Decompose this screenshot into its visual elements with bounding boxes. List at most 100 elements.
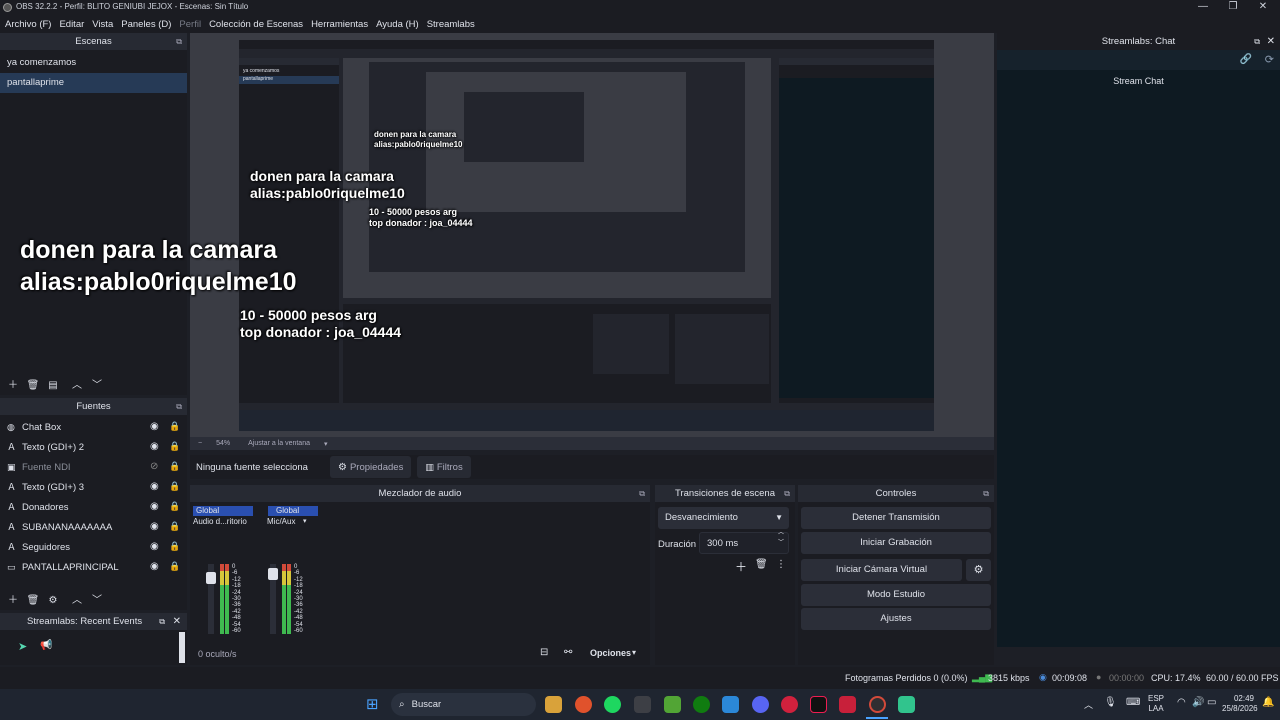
battery-icon[interactable]: ▭	[1207, 697, 1216, 708]
menu-editar[interactable]: Editar	[59, 19, 84, 30]
microphone-icon[interactable]: 🎙	[1104, 697, 1117, 708]
source-item[interactable]: Ａ Texto (GDI+) 3 ◉ 🔒	[0, 477, 187, 497]
chevron-up-icon[interactable]: ︿	[70, 594, 84, 608]
channel-name[interactable]: Mic/Aux	[267, 517, 295, 526]
studio-mode-button[interactable]: Modo Estudio	[801, 584, 991, 606]
source-item[interactable]: Ａ SUBANANAAAAAAA ◉ 🔒	[0, 517, 187, 537]
menu-perfil[interactable]: Perfil	[179, 19, 201, 30]
chevron-down-icon[interactable]: ﹀	[90, 594, 104, 608]
send-icon[interactable]: ➤	[18, 640, 27, 653]
file-explorer-icon[interactable]	[545, 696, 562, 713]
volume-slider-handle[interactable]	[268, 568, 278, 580]
layout-icon[interactable]: ⊟	[540, 647, 548, 658]
menu-archivo[interactable]: Archivo (F)	[5, 19, 51, 30]
link-icon[interactable]: ⚯	[564, 647, 572, 658]
lock-icon[interactable]: 🔒	[169, 561, 180, 572]
eye-icon[interactable]: ◉	[150, 481, 159, 492]
source-item[interactable]: ◍ Chat Box ◉ 🔒	[0, 417, 187, 437]
tiktok-icon[interactable]	[810, 696, 827, 713]
lock-icon[interactable]: 🔒	[169, 501, 180, 512]
wifi-icon[interactable]: ◠	[1177, 697, 1186, 708]
zoom-level[interactable]: 54%	[216, 440, 230, 447]
lock-icon[interactable]: 🔒	[169, 481, 180, 492]
eye-icon[interactable]: ◉	[150, 441, 159, 452]
chevron-up-icon[interactable]: ︿	[70, 379, 84, 393]
transition-select[interactable]: Desvanecimiento ▼	[658, 507, 789, 529]
brave-icon[interactable]	[575, 696, 592, 713]
fit-window-label[interactable]: Ajustar a la ventana	[248, 440, 310, 447]
refresh-icon[interactable]: ⟳	[1265, 53, 1274, 66]
source-item[interactable]: ▭ PANTALLAPRINCIPAL ◉ 🔒	[0, 557, 187, 577]
lock-icon[interactable]: 🔒	[169, 461, 180, 472]
add-icon[interactable]: ＋	[6, 379, 20, 393]
source-item[interactable]: Ａ Texto (GDI+) 2 ◉ 🔒	[0, 437, 187, 457]
virtual-camera-settings-button[interactable]: ⚙	[966, 559, 991, 581]
eye-icon[interactable]: ◉	[150, 501, 159, 512]
channel-name[interactable]: Audio d...ritorio	[193, 517, 247, 526]
pocket-icon[interactable]	[839, 696, 856, 713]
chevron-down-icon[interactable]: ▾	[324, 440, 328, 448]
eye-icon[interactable]: ◉	[150, 421, 159, 432]
duration-spinbox[interactable]: 300 ms ︿ ﹀	[699, 530, 789, 554]
xbox-icon[interactable]	[693, 696, 710, 713]
filter-icon[interactable]: ▤	[46, 379, 60, 393]
scene-item[interactable]: ya comenzamos	[0, 53, 187, 73]
start-recording-button[interactable]: Iniciar Grabación	[801, 532, 991, 554]
source-item[interactable]: Ａ Seguidores ◉ 🔒	[0, 537, 187, 557]
eye-icon[interactable]: ◉	[150, 561, 159, 572]
close-icon[interactable]: ✕	[1267, 33, 1275, 50]
float-icon[interactable]: ⧉	[176, 398, 182, 415]
taskbar-search[interactable]: ⌕ Buscar	[391, 693, 536, 716]
menu-coleccion[interactable]: Colección de Escenas	[209, 19, 303, 30]
lock-icon[interactable]: 🔒	[169, 421, 180, 432]
language-indicator[interactable]: ESP LAA	[1148, 694, 1164, 714]
source-item[interactable]: Ａ Donadores ◉ 🔒	[0, 497, 187, 517]
trash-icon[interactable]: 🗑	[26, 594, 40, 608]
minimize-button[interactable]: —	[1188, 0, 1218, 15]
float-icon[interactable]: ⧉	[1254, 33, 1260, 50]
volume-slider-handle[interactable]	[206, 572, 216, 584]
lock-icon[interactable]: 🔒	[169, 541, 180, 552]
eye-icon[interactable]: ◉	[150, 541, 159, 552]
spotify-icon[interactable]	[604, 696, 621, 713]
properties-button[interactable]: ⚙ Propiedades	[330, 456, 412, 478]
chevron-down-icon[interactable]: ▾	[632, 648, 636, 657]
start-virtual-camera-button[interactable]: Iniciar Cámara Virtual	[801, 559, 962, 581]
windows-start-icon[interactable]: ⊞	[366, 696, 383, 713]
chevron-up-icon[interactable]: ︿	[1084, 698, 1093, 711]
notification-icon[interactable]: 🔔	[1262, 697, 1274, 708]
trash-icon[interactable]: 🗑	[26, 379, 40, 393]
maximize-button[interactable]: ❐	[1218, 0, 1248, 15]
store-icon[interactable]	[722, 696, 739, 713]
float-icon[interactable]: ⧉	[983, 485, 989, 502]
menu-herramientas[interactable]: Herramientas	[311, 19, 368, 30]
more-vertical-icon[interactable]: ⋮	[776, 559, 786, 570]
chevron-down-icon[interactable]: ﹀	[90, 379, 104, 393]
menu-paneles[interactable]: Paneles (D)	[121, 19, 171, 30]
keyboard-icon[interactable]: ⌨	[1126, 697, 1140, 708]
eye-icon[interactable]: ◉	[150, 521, 159, 532]
menu-vista[interactable]: Vista	[92, 19, 113, 30]
scrollbar[interactable]	[179, 632, 185, 663]
lock-icon[interactable]: 🔒	[169, 441, 180, 452]
stepper-icon[interactable]: ︿ ﹀	[778, 528, 784, 548]
chevron-down-icon[interactable]: ▾	[303, 517, 307, 525]
lock-icon[interactable]: 🔒	[169, 521, 180, 532]
settings-button[interactable]: Ajustes	[801, 608, 991, 630]
link-icon[interactable]: 🔗	[1240, 54, 1252, 65]
clock[interactable]: 02:49 25/8/2026	[1222, 694, 1258, 714]
streaming-app-icon[interactable]	[781, 696, 798, 713]
menu-streamlabs[interactable]: Streamlabs	[427, 19, 475, 30]
discord-icon[interactable]	[752, 696, 769, 713]
gear-icon[interactable]: ⚙	[46, 594, 60, 608]
minecraft-icon[interactable]	[664, 696, 681, 713]
preview-canvas[interactable]: ya comenzamos pantallaprime	[239, 40, 934, 431]
close-button[interactable]: ✕	[1248, 0, 1278, 15]
float-icon[interactable]: ⧉	[784, 485, 790, 502]
zoom-minus-icon[interactable]: −	[198, 440, 202, 447]
eye-slash-icon[interactable]: ⊘	[150, 461, 158, 472]
float-icon[interactable]: ⧉	[176, 33, 182, 50]
source-item[interactable]: ▣ Fuente NDI ⊘ 🔒	[0, 457, 187, 477]
menu-ayuda[interactable]: Ayuda (H)	[376, 19, 419, 30]
megaphone-icon[interactable]: 📢	[40, 640, 52, 651]
